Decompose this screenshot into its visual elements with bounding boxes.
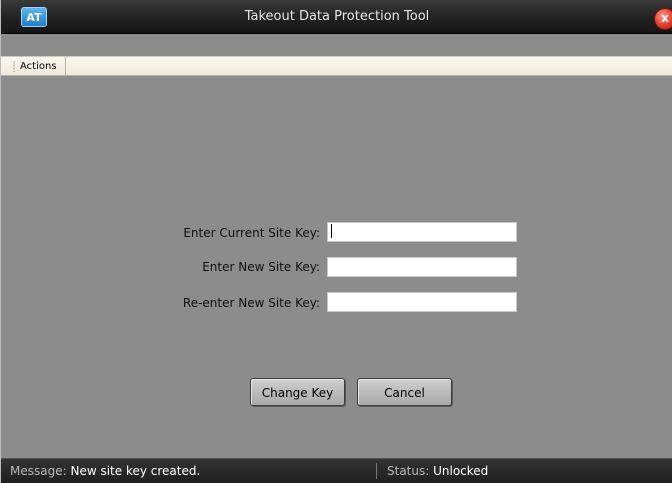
menu-item-actions[interactable]: Actions [20, 57, 66, 76]
status-bar: Message: New site key created. Status: U… [1, 458, 672, 483]
new-key-label: Enter New Site Key: [202, 260, 320, 274]
status-state: Status: Unlocked [387, 459, 488, 483]
window-title: Takeout Data Protection Tool [244, 9, 430, 24]
status-value: Unlocked [433, 464, 489, 478]
status-divider [376, 463, 377, 479]
menu-bar: Actions [1, 56, 672, 76]
current-key-label: Enter Current Site Key: [183, 226, 320, 240]
close-button[interactable]: x [654, 8, 672, 30]
status-label: Status: [387, 464, 430, 478]
app-logo-icon: AT [21, 7, 47, 27]
reenter-key-label: Re-enter New Site Key: [182, 296, 320, 310]
current-key-input[interactable] [327, 222, 517, 242]
change-key-button[interactable]: Change Key [250, 378, 345, 406]
status-message: Message: New site key created. [10, 459, 200, 483]
new-key-input[interactable] [327, 257, 517, 277]
message-value: New site key created. [70, 464, 201, 478]
reenter-key-input[interactable] [327, 292, 517, 312]
message-label: Message: [10, 464, 67, 478]
toolbar-grip-icon[interactable] [13, 61, 15, 72]
app-window: Takeout Data Protection Tool AT x Action… [0, 0, 672, 483]
cancel-button[interactable]: Cancel [357, 378, 452, 406]
title-bar[interactable]: Takeout Data Protection Tool AT x [1, 0, 672, 34]
text-caret [331, 224, 332, 238]
